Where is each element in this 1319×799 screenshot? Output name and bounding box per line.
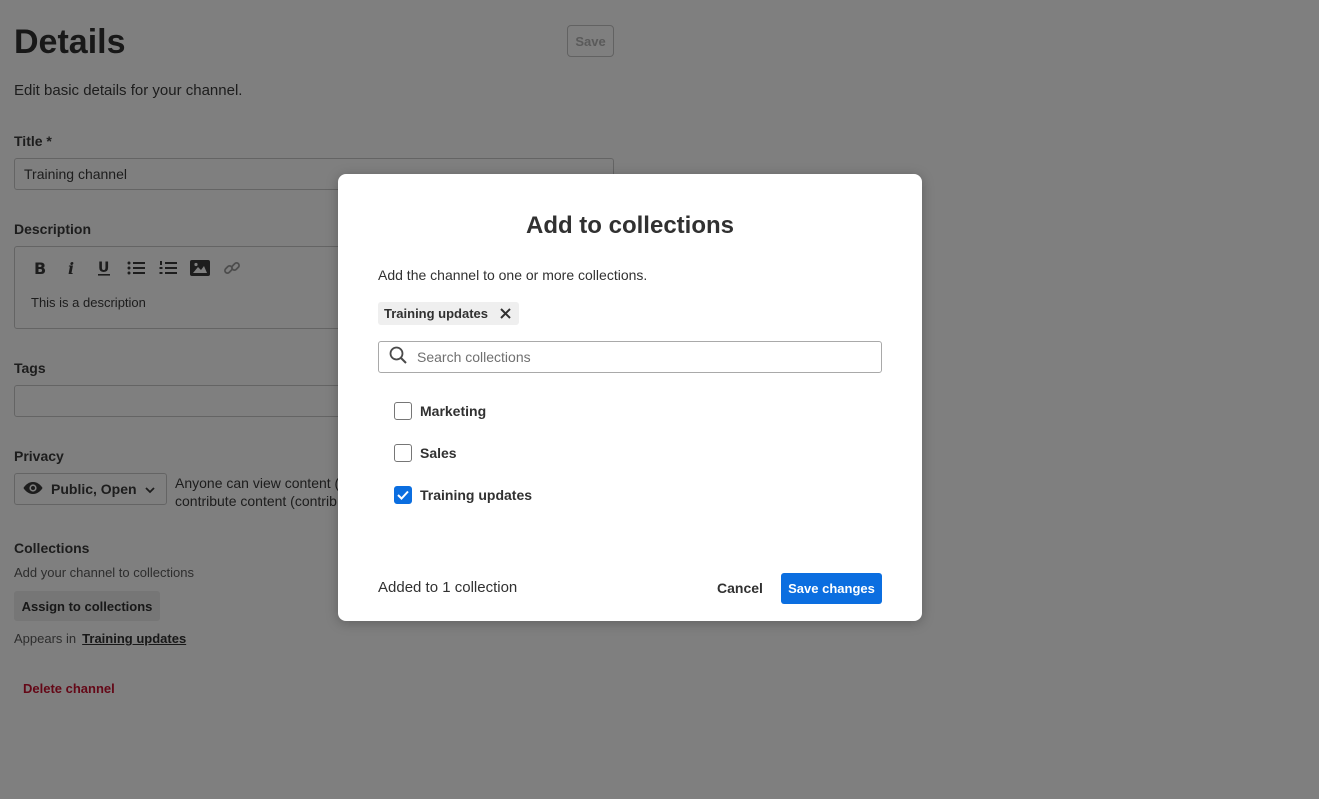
search-input[interactable]: [415, 348, 859, 366]
save-changes-button[interactable]: Save changes: [781, 573, 882, 604]
dialog-title: Add to collections: [525, 212, 734, 239]
dialog-description: Add the channel to one or more collectio…: [378, 267, 648, 283]
checkbox[interactable]: [394, 444, 412, 462]
checkbox-checked[interactable]: [394, 486, 412, 504]
option-label: Marketing: [420, 403, 487, 419]
chip-label: Training updates: [384, 306, 489, 321]
cancel-button[interactable]: Cancel: [717, 580, 763, 596]
search-collections[interactable]: [378, 341, 882, 373]
search-icon: [389, 346, 407, 369]
collection-option-marketing[interactable]: Marketing: [394, 402, 486, 420]
close-icon[interactable]: [498, 307, 512, 321]
collection-option-sales[interactable]: Sales: [394, 444, 457, 462]
add-to-collections-dialog: Add to collections Add the channel to on…: [338, 174, 922, 621]
option-label: Training updates: [420, 487, 533, 503]
option-label: Sales: [420, 445, 457, 461]
selection-status: Added to 1 collection: [378, 579, 518, 596]
selected-collection-chip: Training updates: [378, 302, 520, 325]
collection-option-training-updates[interactable]: Training updates: [394, 486, 532, 504]
checkmark-icon: [397, 490, 409, 500]
checkbox[interactable]: [394, 402, 412, 420]
